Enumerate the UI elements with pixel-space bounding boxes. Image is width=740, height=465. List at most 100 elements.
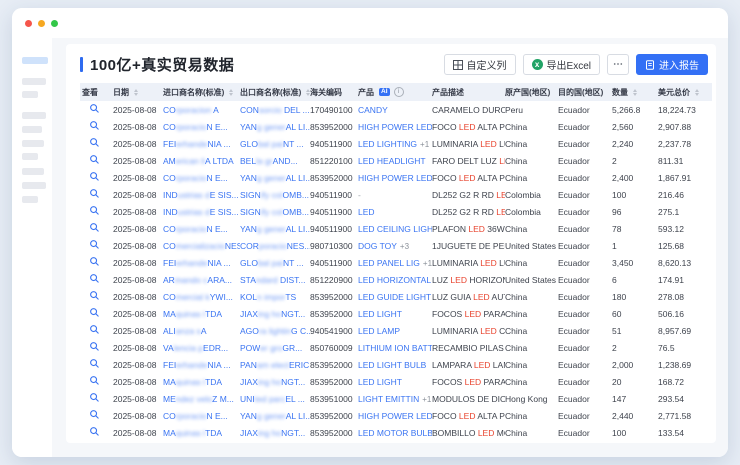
view-details-button[interactable] (89, 120, 100, 131)
view-details-button[interactable] (89, 188, 100, 199)
importer-name-link[interactable]: ALIanza sA (163, 322, 240, 339)
product-cell[interactable]: HIGH POWER LED F (358, 118, 432, 135)
product-cell[interactable]: CANDY (358, 101, 432, 118)
view-details-button[interactable] (89, 307, 100, 318)
exporter-name-link[interactable]: STAndard DIST... (240, 271, 310, 288)
exporter-name-link[interactable]: PANam electERIC... (240, 356, 310, 373)
importer-name-link[interactable]: COrporacioN E... (163, 220, 240, 237)
product-name[interactable]: LED LIGHT (358, 309, 402, 319)
importer-name-link[interactable]: COrporacioN E... (163, 169, 240, 186)
product-name[interactable]: HIGH POWER LED F (358, 122, 432, 132)
importer-name-link[interactable]: MEndez veloZ M... (163, 390, 240, 407)
view-details-button[interactable] (89, 358, 100, 369)
importer-name-link[interactable]: COrporacioN E... (163, 407, 240, 424)
exporter-name-link[interactable]: YANg generAL LI... (240, 220, 310, 237)
export-excel-button[interactable]: x 导出Excel (523, 54, 600, 75)
view-details-button[interactable] (89, 392, 100, 403)
exporter-name-link[interactable]: BELla grAND... (240, 152, 310, 169)
product-cell[interactable]: LITHIUM ION BATTE (358, 339, 432, 356)
product-name[interactable]: LED GUIDE LIGHT T (358, 292, 432, 302)
product-cell[interactable]: LED HEADLIGHT (358, 152, 432, 169)
importer-name-link[interactable]: COmercializacioNES... (163, 237, 240, 254)
product-cell[interactable]: LED HORIZONTAL L (358, 271, 432, 288)
column-header-importer[interactable]: 进口商名称(标准) (163, 83, 240, 101)
exporter-name-link[interactable]: GLObal paiNT ... (240, 254, 310, 271)
more-actions-button[interactable]: ⋯ (607, 54, 629, 75)
view-details-button[interactable] (89, 154, 100, 165)
product-name[interactable]: LED PANEL LIG (358, 258, 420, 268)
importer-name-link[interactable]: COmercial kYWI... (163, 288, 240, 305)
sort-icon[interactable] (633, 89, 637, 96)
product-cell[interactable]: LED PANEL LIG+1 (358, 254, 432, 271)
sidebar-menu-item-active[interactable] (22, 57, 48, 64)
sidebar-menu-item[interactable] (22, 168, 44, 175)
product-cell[interactable]: LED LAMP (358, 322, 432, 339)
product-cell[interactable]: LIGHT EMITTIN+1 (358, 390, 432, 407)
view-details-button[interactable] (89, 409, 100, 420)
product-cell[interactable]: LED (358, 203, 432, 220)
sidebar-menu-item[interactable] (22, 91, 38, 98)
product-name[interactable]: LED (358, 207, 375, 217)
product-name[interactable]: LED LIGHTING (358, 139, 417, 149)
sidebar-menu-item[interactable] (22, 182, 46, 189)
product-cell[interactable]: HIGH POWER LED F (358, 407, 432, 424)
sidebar-menu-item[interactable] (22, 112, 46, 119)
sidebar-menu-item[interactable] (22, 126, 42, 133)
column-header-quantity[interactable]: 数量 (612, 83, 658, 101)
importer-name-link[interactable]: AMerican liA LTDA (163, 152, 240, 169)
product-more-count-badge[interactable]: +1 (423, 259, 432, 268)
product-name[interactable]: LED LIGHT (358, 377, 402, 387)
exporter-name-link[interactable]: SIGNify colOMB... (240, 186, 310, 203)
importer-name-link[interactable]: FEIerhandeNIA ... (163, 254, 240, 271)
importer-name-link[interactable]: MAquinas lTDA (163, 424, 240, 441)
product-more-count-badge[interactable]: +1 (422, 395, 431, 404)
importer-name-link[interactable]: ARmando cARA... (163, 271, 240, 288)
sidebar-menu-item[interactable] (22, 153, 38, 160)
sort-icon[interactable] (134, 89, 138, 96)
product-name[interactable]: LIGHT EMITTIN (358, 394, 419, 404)
product-name[interactable]: HIGH POWER LED F (358, 411, 432, 421)
exporter-name-link[interactable]: CORporacioNES... (240, 237, 310, 254)
importer-name-link[interactable]: FEIerhandeNIA ... (163, 356, 240, 373)
exporter-name-link[interactable]: YANg generAL LI... (240, 169, 310, 186)
view-details-button[interactable] (89, 375, 100, 386)
column-header-usd_total[interactable]: 美元总价 (658, 83, 712, 101)
importer-name-link[interactable]: VAlencia pEDR... (163, 339, 240, 356)
sidebar-menu-item[interactable] (22, 140, 44, 147)
importer-name-link[interactable]: COrporacioN E... (163, 118, 240, 135)
sidebar-menu-item[interactable] (22, 78, 46, 85)
importer-name-link[interactable]: INDustrias dE SIS... (163, 203, 240, 220)
exporter-name-link[interactable]: YANg generAL LI... (240, 407, 310, 424)
exporter-name-link[interactable]: JIAXing hoNGT... (240, 305, 310, 322)
exporter-name-link[interactable]: GLObal paiNT ... (240, 135, 310, 152)
product-name[interactable]: LED HORIZONTAL L (358, 275, 432, 285)
product-name[interactable]: LITHIUM ION BATTE (358, 343, 432, 353)
view-details-button[interactable] (89, 324, 100, 335)
view-details-button[interactable] (89, 171, 100, 182)
exporter-name-link[interactable]: JIAXing hoNGT... (240, 424, 310, 441)
product-cell[interactable]: LED LIGHT BULB (358, 356, 432, 373)
view-details-button[interactable] (89, 137, 100, 148)
importer-name-link[interactable]: INDustrias dE SIS... (163, 186, 240, 203)
product-cell[interactable]: LED GUIDE LIGHT T (358, 288, 432, 305)
product-name[interactable]: LED MOTOR BULB (358, 428, 432, 438)
importer-name-link[interactable]: COrporacion A (163, 101, 240, 118)
product-name[interactable]: LED HEADLIGHT (358, 156, 426, 166)
product-name[interactable]: HIGH POWER LED F (358, 173, 432, 183)
customize-columns-button[interactable]: 自定义列 (444, 54, 516, 75)
view-details-button[interactable] (89, 103, 100, 114)
product-cell[interactable]: LED CEILING LIGHT (358, 220, 432, 237)
product-cell[interactable]: LED LIGHT (358, 305, 432, 322)
product-name[interactable]: CANDY (358, 105, 388, 115)
importer-name-link[interactable]: MAquinas lTDA (163, 373, 240, 390)
window-close-button[interactable] (25, 20, 32, 27)
view-details-button[interactable] (89, 290, 100, 301)
info-icon[interactable]: i (394, 87, 404, 97)
product-more-count-badge[interactable]: +1 (420, 140, 429, 149)
sidebar-menu-item[interactable] (22, 196, 38, 203)
view-details-button[interactable] (89, 341, 100, 352)
product-cell[interactable]: LED MOTOR BULB (358, 424, 432, 441)
exporter-name-link[interactable]: SIGNify colOMB... (240, 203, 310, 220)
product-name[interactable]: LED CEILING LIGHT (358, 224, 432, 234)
exporter-name-link[interactable]: KOLn imporTS (240, 288, 310, 305)
